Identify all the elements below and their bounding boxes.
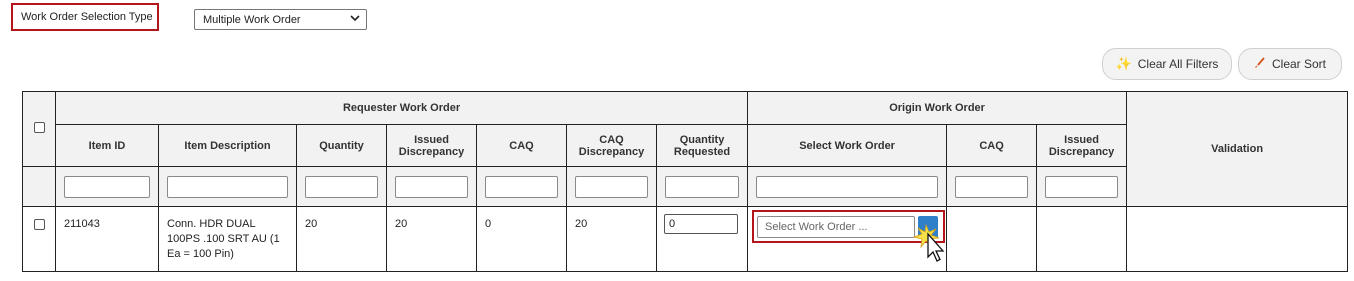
caq-filter-input[interactable] — [485, 175, 558, 198]
quantity-filter-input[interactable] — [305, 175, 378, 198]
filter-cell — [747, 166, 948, 207]
filter-cell — [386, 166, 477, 207]
filter-cell — [1036, 166, 1128, 207]
table-row: 211043 Conn. HDR DUAL 100PS .100 SRT AU … — [22, 206, 1349, 272]
column-header-issued-discrepancy[interactable]: Issued Discrepancy — [386, 124, 477, 167]
chevron-down-icon — [350, 13, 360, 26]
cell-origin-issued-discrepancy — [1036, 206, 1128, 272]
select-all-checkbox[interactable] — [33, 122, 45, 133]
column-header-select-work-order[interactable]: Select Work Order — [747, 124, 948, 167]
cell-quantity: 20 — [296, 206, 387, 272]
column-header-caq[interactable]: CAQ — [476, 124, 567, 167]
clear-all-filters-button[interactable]: ✨ Clear All Filters — [1102, 48, 1232, 80]
requester-work-order-header: Requester Work Order — [54, 91, 749, 125]
sparkle-icon: ✨ — [1115, 56, 1132, 71]
origin-issued-discrepancy-filter-input[interactable] — [1045, 175, 1119, 198]
work-order-selection-type-select[interactable]: Multiple Work Order — [194, 9, 367, 30]
quantity-requested-filter-input[interactable] — [665, 175, 740, 198]
filter-cell — [655, 166, 749, 207]
cell-item-description: Conn. HDR DUAL 100PS .100 SRT AU (1 Ea =… — [158, 206, 297, 272]
item-description-filter-input[interactable] — [167, 175, 288, 198]
item-id-filter-input[interactable] — [64, 175, 150, 198]
mouse-cursor-icon — [912, 223, 945, 262]
filter-cell — [566, 166, 657, 207]
cell-item-id: 211043 — [55, 206, 159, 272]
caq-discrepancy-filter-input[interactable] — [575, 175, 648, 198]
filter-cell — [946, 166, 1038, 207]
column-header-origin-issued-discrepancy[interactable]: Issued Discrepancy — [1036, 124, 1128, 167]
column-header-quantity[interactable]: Quantity — [296, 124, 387, 167]
filter-cell-empty — [22, 166, 56, 207]
cell-caq-discrepancy: 20 — [566, 206, 657, 272]
column-header-item-id[interactable]: Item ID — [55, 124, 159, 167]
brush-icon — [1254, 56, 1266, 72]
clear-sort-label: Clear Sort — [1271, 57, 1327, 71]
clear-sort-button[interactable]: Clear Sort — [1238, 48, 1342, 80]
cell-validation — [1126, 206, 1349, 272]
quantity-requested-input[interactable]: 0 — [664, 214, 738, 234]
cell-quantity-requested: 0 — [655, 206, 749, 272]
cell-origin-caq — [946, 206, 1038, 272]
select-work-order-input[interactable]: Select Work Order ... — [757, 216, 915, 238]
selection-type-value: Multiple Work Order — [203, 13, 301, 26]
validation-header: Validation — [1126, 91, 1349, 207]
select-work-order-filter-input[interactable] — [756, 175, 939, 198]
cell-issued-discrepancy: 20 — [386, 206, 477, 272]
work-order-selection-type-label: Work Order Selection Type — [11, 3, 159, 31]
select-all-cell — [22, 91, 56, 167]
issued-discrepancy-filter-input[interactable] — [395, 175, 468, 198]
column-header-quantity-requested[interactable]: Quantity Requested — [655, 124, 749, 167]
column-header-origin-caq[interactable]: CAQ — [946, 124, 1038, 167]
work-order-grid: Requester Work Order Origin Work Order V… — [22, 91, 1349, 272]
row-select-cell — [22, 206, 56, 272]
origin-work-order-header: Origin Work Order — [747, 91, 1128, 125]
cell-caq: 0 — [476, 206, 567, 272]
filter-cell — [158, 166, 297, 207]
filter-cell — [55, 166, 159, 207]
column-header-caq-discrepancy[interactable]: CAQ Discrepancy — [566, 124, 657, 167]
column-header-item-description[interactable]: Item Description — [158, 124, 297, 167]
clear-all-filters-label: Clear All Filters — [1137, 57, 1219, 71]
filter-cell — [296, 166, 387, 207]
origin-caq-filter-input[interactable] — [955, 175, 1029, 198]
filter-cell — [476, 166, 567, 207]
row-checkbox[interactable] — [33, 219, 45, 230]
